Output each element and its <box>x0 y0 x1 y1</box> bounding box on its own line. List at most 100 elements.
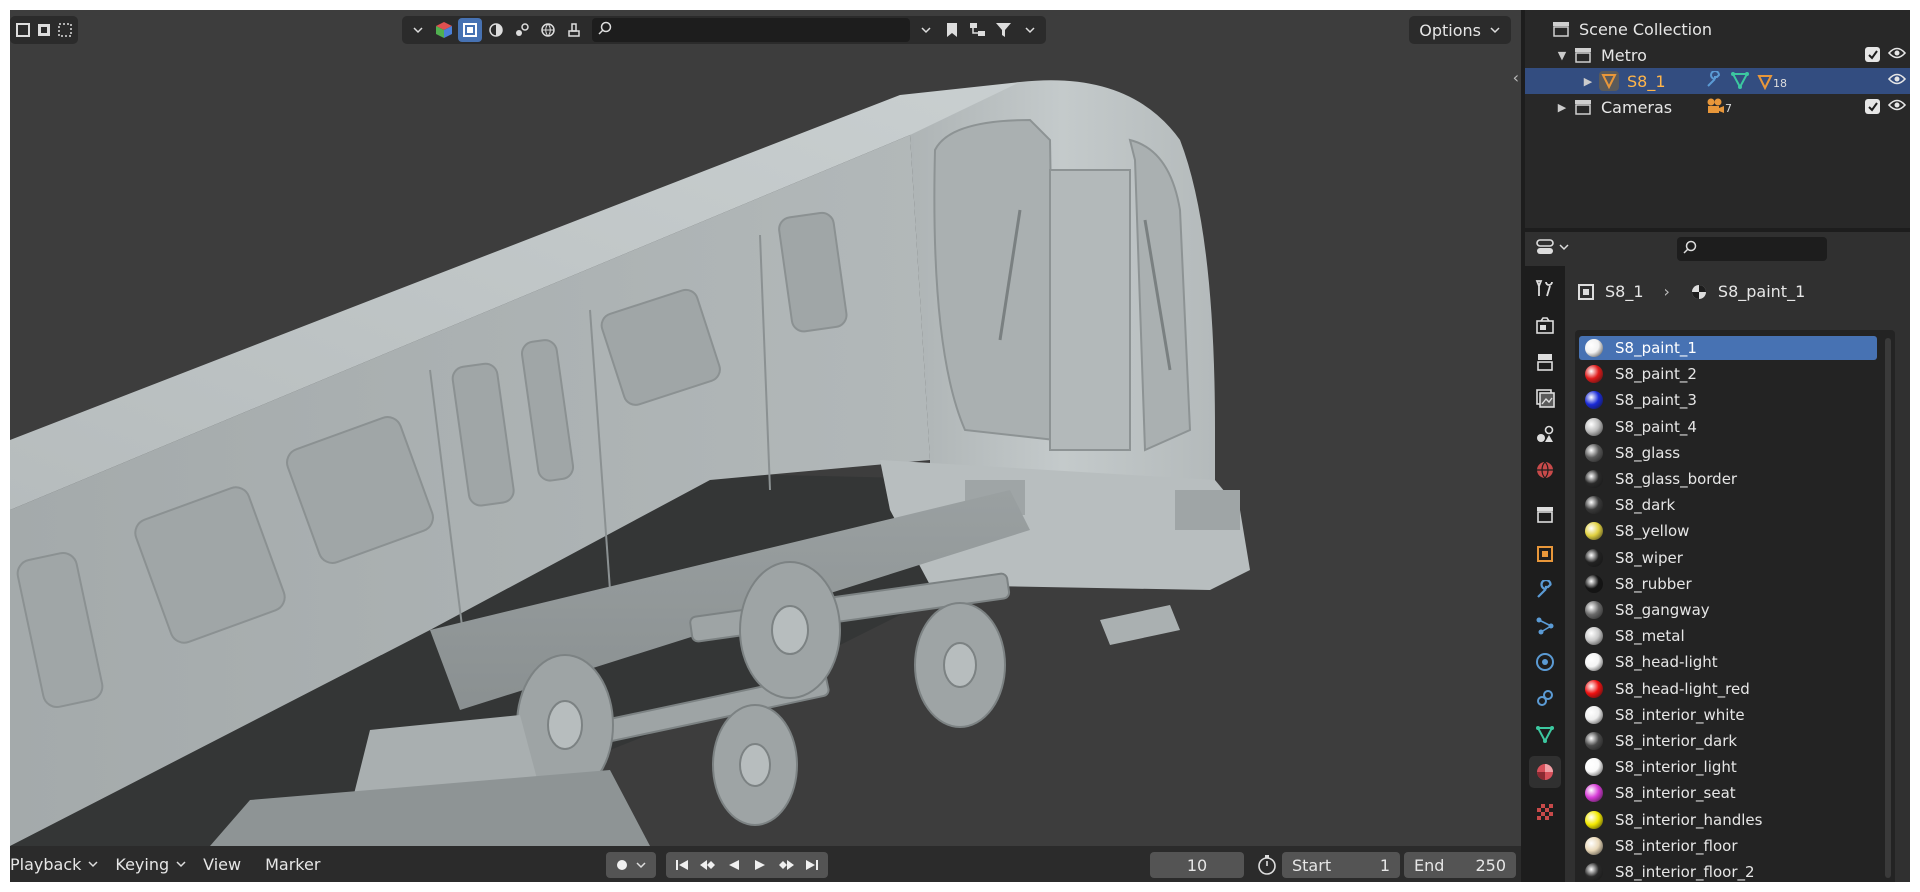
material-slot-row[interactable]: S8_wiper <box>1579 546 1877 570</box>
material-slot-list[interactable]: S8_paint_1 S8_paint_2 S8_paint_3 S8_paint_4… <box>1575 330 1895 882</box>
material-slot-row[interactable]: S8_interior_white <box>1579 703 1877 727</box>
stopwatch-icon[interactable] <box>1256 854 1278 880</box>
viewport-search-input[interactable] <box>592 18 910 42</box>
chevron-down-icon[interactable] <box>1018 18 1042 42</box>
material-slot-row[interactable]: S8_interior_floor_2 <box>1579 860 1877 882</box>
exclude-checkbox[interactable] <box>1865 47 1880 62</box>
material-slot-row[interactable]: S8_interior_dark <box>1579 729 1877 753</box>
material-slot-row[interactable]: S8_head-light <box>1579 650 1877 674</box>
tab-texture[interactable] <box>1529 796 1561 828</box>
view-menu[interactable]: View <box>203 855 241 874</box>
material-list-scrollbar[interactable] <box>1885 338 1891 878</box>
material-preview-icon <box>1585 417 1603 436</box>
material-icon <box>1691 284 1706 299</box>
bookmark-icon[interactable] <box>940 18 964 42</box>
select-box-icon[interactable] <box>14 18 33 42</box>
world-icon[interactable] <box>536 18 560 42</box>
prev-keyframe-icon[interactable] <box>696 853 720 877</box>
options-dropdown[interactable]: Options <box>1409 16 1511 44</box>
tab-material[interactable] <box>1529 756 1561 788</box>
material-slot-row[interactable]: S8_paint_2 <box>1579 362 1877 386</box>
object-type-cube-icon[interactable] <box>432 18 456 42</box>
tab-collection[interactable] <box>1529 498 1561 530</box>
chevron-right-icon[interactable]: ▶ <box>1581 75 1595 88</box>
material-slot-row[interactable]: S8_dark <box>1579 493 1877 517</box>
outliner-panel: Scene Collection ▼ Metro ▶ S8_1 18 ▶ Cam… <box>1525 10 1910 228</box>
editor-type-dropdown[interactable] <box>1535 237 1569 257</box>
material-slot-row[interactable]: S8_paint_3 <box>1579 388 1877 412</box>
outliner-label: Cameras <box>1601 97 1673 117</box>
play-reverse-icon[interactable] <box>722 853 746 877</box>
tab-modifiers[interactable] <box>1529 574 1561 606</box>
eye-icon[interactable] <box>1887 45 1907 64</box>
start-value: 1 <box>1379 855 1390 875</box>
brush-icon[interactable] <box>562 18 586 42</box>
material-name: S8_paint_1 <box>1615 339 1697 357</box>
material-name: S8_interior_floor <box>1615 836 1738 855</box>
properties-search-input[interactable] <box>1677 237 1827 261</box>
material-slot-row[interactable]: S8_glass <box>1579 441 1877 465</box>
material-slot-row[interactable]: S8_yellow <box>1579 519 1877 543</box>
outliner-row-scene-collection[interactable]: Scene Collection <box>1525 16 1910 42</box>
exclude-checkbox[interactable] <box>1865 99 1880 114</box>
end-frame-field[interactable]: End 250 <box>1404 852 1516 878</box>
material-slot-row[interactable]: S8_paint_4 <box>1579 415 1877 439</box>
tab-render[interactable] <box>1529 310 1561 342</box>
viewport-shading-icon[interactable] <box>484 18 508 42</box>
chevron-down-icon[interactable] <box>914 18 938 42</box>
material-slot-row[interactable]: S8_metal <box>1579 624 1877 648</box>
chevron-left-icon[interactable]: ‹ <box>1513 68 1519 87</box>
material-slot-row[interactable]: S8_interior_light <box>1579 755 1877 779</box>
chevron-down-icon[interactable]: ▼ <box>1555 49 1569 62</box>
restrict-select-icon[interactable] <box>458 18 482 42</box>
tab-scene[interactable] <box>1529 418 1561 450</box>
chevron-down-icon <box>1559 244 1569 251</box>
material-slot-row[interactable]: S8_gangway <box>1579 598 1877 622</box>
current-frame-field[interactable]: 10 <box>1150 852 1244 878</box>
tab-object[interactable] <box>1529 538 1561 570</box>
tab-view-layer[interactable] <box>1529 382 1561 414</box>
tab-data[interactable] <box>1529 718 1561 750</box>
material-name: S8_head-light <box>1615 653 1718 672</box>
train-model-render <box>10 80 1250 846</box>
material-slot-row[interactable]: S8_interior_seat <box>1579 781 1877 805</box>
jump-end-icon[interactable] <box>800 853 824 877</box>
tab-tool[interactable] <box>1529 272 1561 304</box>
tab-world[interactable] <box>1529 454 1561 486</box>
material-slot-row[interactable]: S8_glass_border <box>1579 467 1877 491</box>
material-slot-row[interactable]: S8_paint_1 <box>1579 336 1877 360</box>
material-slot-row[interactable]: S8_rubber <box>1579 572 1877 596</box>
tab-output[interactable] <box>1529 346 1561 378</box>
keying-menu[interactable]: Keying <box>115 855 187 874</box>
material-slot-row[interactable]: S8_head-light_red <box>1579 677 1877 701</box>
3d-viewport[interactable]: Options ‹ <box>10 10 1521 846</box>
outliner-row-cameras[interactable]: ▶ Cameras 7 <box>1525 94 1910 120</box>
hierarchy-icon[interactable] <box>966 18 990 42</box>
outliner-row-s8-1[interactable]: ▶ S8_1 18 <box>1525 68 1910 94</box>
jump-start-icon[interactable] <box>670 853 694 877</box>
material-preview-icon <box>1585 863 1603 881</box>
tab-constraints[interactable] <box>1529 682 1561 714</box>
material-name: S8_interior_seat <box>1615 784 1736 803</box>
physics-icon[interactable] <box>510 18 534 42</box>
eye-icon[interactable] <box>1887 71 1907 90</box>
menu-label: Playback <box>10 854 82 874</box>
eye-icon[interactable] <box>1887 97 1907 116</box>
select-extend-icon[interactable] <box>35 18 54 42</box>
next-keyframe-icon[interactable] <box>774 853 798 877</box>
auto-keying-toggle[interactable] <box>606 852 656 878</box>
play-icon[interactable] <box>748 853 772 877</box>
outliner-row-metro[interactable]: ▼ Metro <box>1525 42 1910 68</box>
filter-icon[interactable] <box>992 18 1016 42</box>
chevron-down-icon[interactable] <box>406 18 430 42</box>
material-slot-row[interactable]: S8_interior_floor <box>1579 834 1877 858</box>
start-frame-field[interactable]: Start 1 <box>1282 852 1400 878</box>
tab-particles[interactable] <box>1529 610 1561 642</box>
playback-menu[interactable]: Playback <box>10 855 99 874</box>
menu-label: View <box>203 854 242 874</box>
material-slot-row[interactable]: S8_interior_handles <box>1579 808 1877 832</box>
tab-physics[interactable] <box>1529 646 1561 678</box>
chevron-right-icon[interactable]: ▶ <box>1555 101 1569 114</box>
marker-menu[interactable]: Marker <box>265 855 320 874</box>
select-subtract-icon[interactable] <box>55 18 74 42</box>
